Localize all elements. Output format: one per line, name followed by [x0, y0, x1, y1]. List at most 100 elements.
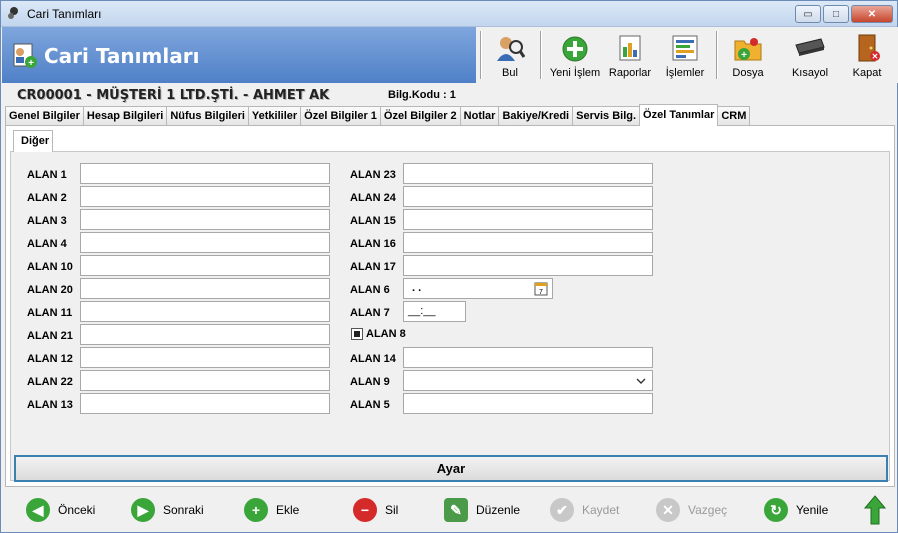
- field-label: ALAN 6: [350, 284, 390, 296]
- toolbar-separator: [716, 31, 718, 79]
- reports-button[interactable]: Raporlar: [606, 27, 654, 83]
- alan-1-input[interactable]: [80, 163, 330, 184]
- tab-identity[interactable]: Nüfus Bilgileri: [166, 106, 249, 126]
- date-mask: . .: [412, 282, 422, 294]
- tab-custom-info-1[interactable]: Özel Bilgiler 1: [300, 106, 381, 126]
- alan-17-input[interactable]: [403, 255, 653, 276]
- previous-label: Önceki: [58, 503, 96, 517]
- edit-button[interactable]: ✎ Düzenle: [444, 497, 520, 523]
- field-label: ALAN 12: [27, 353, 73, 365]
- field-label: ALAN 9: [350, 376, 390, 388]
- keyboard-icon: [795, 38, 825, 56]
- subtab-other[interactable]: Diğer: [13, 130, 53, 152]
- file-label: Dosya: [732, 67, 764, 79]
- new-transaction-button[interactable]: Yeni İşlem: [548, 27, 602, 83]
- toolbar-separator: [540, 31, 542, 79]
- field-label: ALAN 11: [27, 307, 73, 319]
- alan-11-input[interactable]: [80, 301, 330, 322]
- tab-crm[interactable]: CRM: [717, 106, 751, 126]
- field-label: ALAN 3: [27, 215, 67, 227]
- next-button[interactable]: ▶ Sonraki: [131, 497, 204, 523]
- operations-icon: [672, 35, 698, 61]
- previous-arrow-icon: ◀: [26, 498, 50, 522]
- alan-24-input[interactable]: [403, 186, 653, 207]
- previous-button[interactable]: ◀ Önceki: [26, 497, 95, 523]
- alan-21-input[interactable]: [80, 324, 330, 345]
- tab-balance-credit[interactable]: Bakiye/Kredi: [498, 106, 574, 126]
- main-window: Cari Tanımları ▭ □ ✕ + Cari Tanımları Bu…: [0, 0, 898, 533]
- operations-button[interactable]: İşlemler: [662, 27, 708, 83]
- record-code: CR00001 - MÜŞTERİ 1 LTD.ŞTİ. - AHMET AK: [17, 88, 330, 103]
- alan-10-input[interactable]: [80, 255, 330, 276]
- settings-button[interactable]: Ayar: [14, 455, 888, 482]
- tab-service-info[interactable]: Servis Bilg.: [572, 106, 641, 126]
- minimize-button[interactable]: ▭: [795, 5, 821, 23]
- toolbar-separator: [480, 31, 482, 79]
- alan-9-select[interactable]: [403, 370, 653, 391]
- alan-4-input[interactable]: [80, 232, 330, 253]
- alan-12-input[interactable]: [80, 347, 330, 368]
- save-button[interactable]: ✔ Kaydet: [550, 497, 619, 523]
- close-button[interactable]: ✕: [851, 5, 893, 23]
- alan-7-time-input[interactable]: __:__: [403, 301, 466, 322]
- field-label: ALAN 20: [27, 284, 73, 296]
- tab-account[interactable]: Hesap Bilgileri: [82, 106, 168, 126]
- tab-general[interactable]: Genel Bilgiler: [5, 106, 84, 126]
- maximize-button[interactable]: □: [823, 5, 849, 23]
- add-circle-icon: +: [244, 498, 268, 522]
- alan-6-date-input[interactable]: . . 7: [403, 278, 553, 299]
- tab-custom-definitions[interactable]: Özel Tanımlar: [639, 104, 719, 126]
- field-label: ALAN 13: [27, 399, 73, 411]
- field-label: ALAN 16: [350, 238, 396, 250]
- cancel-label: Vazgeç: [688, 503, 728, 517]
- up-arrow-icon[interactable]: [864, 495, 886, 525]
- add-label: Ekle: [276, 503, 300, 517]
- find-button[interactable]: Bul: [488, 27, 532, 83]
- file-button[interactable]: + Dosya: [724, 27, 772, 83]
- alan-14-input[interactable]: [403, 347, 653, 368]
- refresh-icon: ↻: [764, 498, 788, 522]
- refresh-button[interactable]: ↻ Yenile: [764, 497, 828, 523]
- edit-icon: ✎: [444, 498, 468, 522]
- alan-20-input[interactable]: [80, 278, 330, 299]
- search-person-icon: [497, 37, 526, 61]
- alan-23-input[interactable]: [403, 163, 653, 184]
- alan-8-checkbox[interactable]: [351, 328, 363, 340]
- alan-15-input[interactable]: [403, 209, 653, 230]
- field-label: ALAN 5: [350, 399, 390, 411]
- svg-text:+: +: [741, 50, 747, 61]
- operations-label: İşlemler: [665, 67, 705, 79]
- brand-banner: + Cari Tanımları: [2, 27, 476, 83]
- field-label: ALAN 21: [27, 330, 73, 342]
- folder-icon: +: [734, 38, 762, 61]
- alan-22-input[interactable]: [80, 370, 330, 391]
- tab-notes[interactable]: Notlar: [459, 106, 500, 126]
- cancel-button[interactable]: ✕ Vazgeç: [656, 497, 727, 523]
- field-label: ALAN 4: [27, 238, 67, 250]
- alan-3-input[interactable]: [80, 209, 330, 230]
- page-title: Cari Tanımları: [44, 44, 200, 68]
- delete-button[interactable]: − Sil: [353, 497, 398, 523]
- field-label: ALAN 14: [350, 353, 396, 365]
- svg-text:+: +: [28, 58, 34, 69]
- tab-authorized[interactable]: Yetkililer: [247, 106, 302, 126]
- alan-13-input[interactable]: [80, 393, 330, 414]
- add-icon: [562, 36, 588, 62]
- alan-5-input[interactable]: [403, 393, 653, 414]
- field-label: ALAN 15: [350, 215, 396, 227]
- svg-text:✕: ✕: [872, 52, 879, 61]
- customer-card-icon: +: [13, 43, 37, 69]
- tab-strip: Genel Bilgiler Hesap Bilgileri Nüfus Bil…: [5, 104, 751, 126]
- alan-2-input[interactable]: [80, 186, 330, 207]
- field-label: ALAN 1: [27, 169, 67, 181]
- title-bar: Cari Tanımları ▭ □ ✕: [1, 1, 897, 27]
- new-transaction-label: Yeni İşlem: [549, 67, 601, 79]
- exit-door-icon: ✕: [858, 34, 880, 62]
- shortcut-button[interactable]: Kısayol: [784, 27, 836, 83]
- alan-16-input[interactable]: [403, 232, 653, 253]
- tab-panel: Diğer ALAN 1 ALAN 2 ALAN 3 ALAN 4 ALAN 1…: [5, 125, 895, 487]
- calendar-icon[interactable]: 7: [534, 281, 548, 296]
- exit-button[interactable]: ✕ Kapat: [844, 27, 890, 83]
- add-button[interactable]: + Ekle: [244, 497, 299, 523]
- tab-custom-info-2[interactable]: Özel Bilgiler 2: [379, 106, 461, 126]
